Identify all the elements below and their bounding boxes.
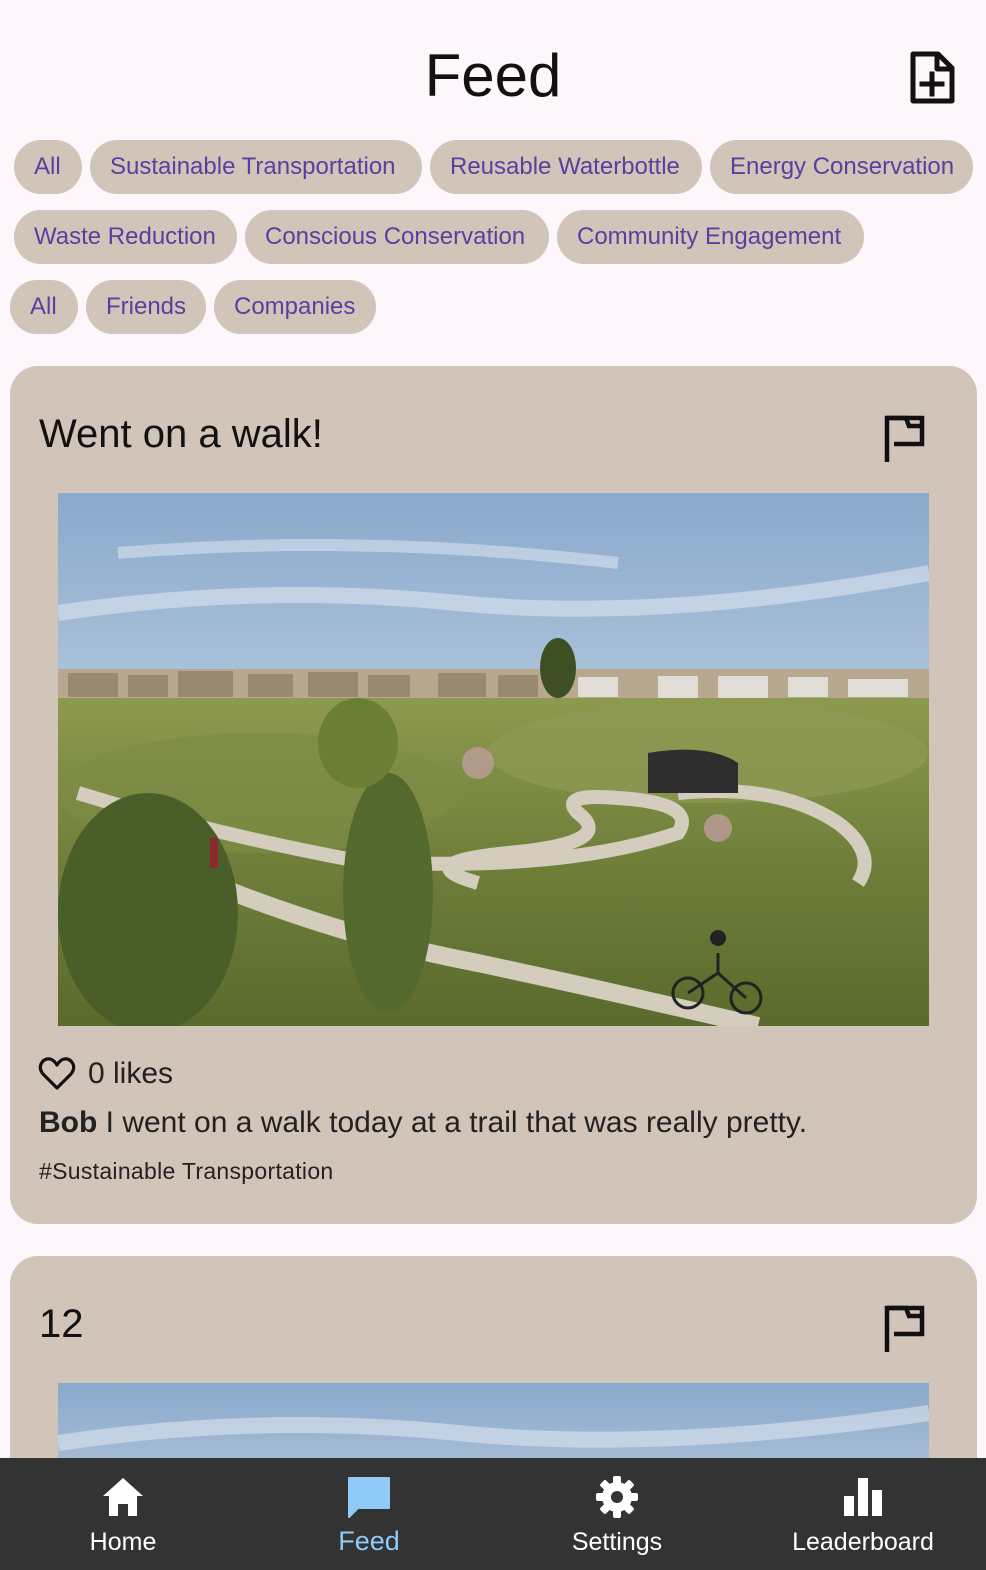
audience-chip-row: All Friends Companies <box>0 280 986 334</box>
post-tag[interactable]: #Sustainable Transportation <box>39 1158 334 1185</box>
category-chip-reusable-waterbottle[interactable]: Reusable Waterbottle <box>430 140 702 194</box>
note-add-icon[interactable] <box>904 50 960 106</box>
nav-home-label: Home <box>89 1528 157 1556</box>
post-title: Went on a walk! <box>39 412 323 456</box>
flag-icon[interactable] <box>882 1304 928 1354</box>
audience-chip-companies[interactable]: Companies <box>214 280 376 334</box>
category-chip-sustainable-transportation[interactable]: Sustainable Transportation <box>90 140 422 194</box>
post-title: 12 <box>39 1302 84 1346</box>
category-chip-community-engagement[interactable]: Community Engagement <box>557 210 864 264</box>
home-icon <box>103 1478 143 1516</box>
nav-home[interactable]: Home <box>0 1458 246 1570</box>
flag-icon[interactable] <box>882 414 928 464</box>
likes-row: 0 likes <box>38 1056 173 1092</box>
heart-icon[interactable] <box>38 1056 76 1092</box>
nav-feed-label: Feed <box>338 1526 400 1556</box>
nav-leaderboard-label: Leaderboard <box>792 1528 934 1556</box>
like-count: 0 likes <box>88 1057 174 1090</box>
category-chip-row: All Sustainable Transportation Reusable … <box>0 140 986 194</box>
app-header: Feed <box>0 0 986 140</box>
audience-chip-all[interactable]: All <box>10 280 78 334</box>
post-card: Went on a walk! 0 likes Bob I went on a … <box>10 366 977 1224</box>
post-author[interactable]: Bob <box>39 1106 97 1139</box>
category-chip-row-2: Waste Reduction Conscious Conservation C… <box>0 210 986 264</box>
gear-icon <box>596 1476 638 1518</box>
page-title: Feed <box>424 42 562 109</box>
post-caption: Bob I went on a walk today at a trail th… <box>39 1106 807 1140</box>
nav-leaderboard[interactable]: Leaderboard <box>740 1458 986 1570</box>
bottom-navigation: Home Feed Settings Leaderboard <box>0 1458 986 1570</box>
chat-icon <box>348 1477 390 1518</box>
nav-settings[interactable]: Settings <box>494 1458 740 1570</box>
audience-chip-friends[interactable]: Friends <box>86 280 206 334</box>
nav-feed[interactable]: Feed <box>246 1458 492 1570</box>
category-chip-waste-reduction[interactable]: Waste Reduction <box>14 210 237 264</box>
category-chip-energy-conservation[interactable]: Energy Conservation <box>710 140 973 194</box>
post-photo <box>58 493 929 1026</box>
bar-chart-icon <box>844 1478 882 1516</box>
post-body: I went on a walk today at a trail that w… <box>97 1106 808 1139</box>
nav-settings-label: Settings <box>571 1528 663 1556</box>
category-chip-conscious-conservation[interactable]: Conscious Conservation <box>245 210 549 264</box>
category-chip-all[interactable]: All <box>14 140 82 194</box>
